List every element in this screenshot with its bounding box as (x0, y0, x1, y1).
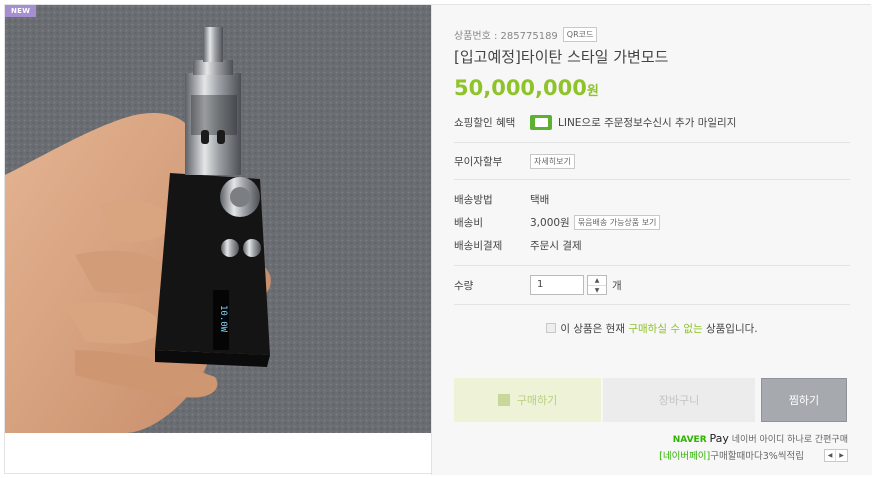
new-badge: NEW (5, 5, 37, 17)
qr-code-button[interactable]: QR코드 (562, 27, 598, 42)
product-image[interactable]: 10.0W NEW (5, 5, 432, 433)
product-detail-panel: 10.0W NEW 상품번호 : 285775189 QR코드 [입고예정]타이… (4, 4, 872, 475)
installment-detail-button[interactable]: 자세히보기 (530, 154, 575, 169)
shipping-payment-value: 주문시 결제 (530, 240, 582, 252)
notice-checkbox-icon (546, 323, 557, 333)
naver-pay-banner[interactable]: NAVER Pay 네이버 아이디 하나로 간편구매 (673, 432, 848, 445)
buy-button[interactable]: 구매하기 (454, 378, 601, 422)
naver-point-text: 구매할때마다3%씩적립 (710, 451, 804, 462)
shipping-fee-label: 배송비 (454, 217, 483, 229)
increase-icon[interactable]: ▲ (588, 276, 606, 286)
next-arrow-icon[interactable]: ▶ (836, 450, 847, 461)
notice-prefix: 이 상품은 현재 (560, 323, 625, 335)
installment-row: 무이자할부 자세히보기 (454, 154, 575, 169)
cart-button[interactable]: 장바구니 (603, 378, 755, 422)
decrease-icon[interactable]: ▼ (588, 286, 606, 295)
unavailable-notice: 이 상품은 현재 구매하실 수 없는 상품입니다. (454, 321, 850, 336)
buy-button-label: 구매하기 (516, 394, 558, 407)
shipping-payment-row: 배송비결제 주문시 결제 (454, 238, 582, 253)
installment-label: 무이자할부 (454, 156, 503, 168)
notice-suffix: 상품입니다. (705, 323, 758, 335)
buy-icon (497, 394, 510, 406)
prev-arrow-icon[interactable]: ◀ (825, 449, 836, 461)
wishlist-button[interactable]: 찜하기 (761, 378, 847, 422)
naver-pay-brand: NAVER (672, 435, 707, 445)
line-app-icon (530, 115, 552, 130)
svg-text:10.0W: 10.0W (218, 305, 228, 333)
quantity-row: 수량 1 ▲ ▼ 개 (454, 275, 622, 295)
shipping-method-label: 배송방법 (454, 194, 493, 206)
quantity-stepper[interactable]: ▲ ▼ (587, 275, 607, 295)
shipping-payment-label: 배송비결제 (454, 240, 503, 252)
product-title: [입고예정]타이탄 스타일 가변모드 (454, 48, 669, 66)
bundle-shipping-button[interactable]: 묶음배송 가능상품 보기 (573, 215, 661, 230)
notice-highlight: 구매하실 수 없는 (628, 323, 703, 335)
product-info-panel: 상품번호 : 285775189 QR코드 [입고예정]타이탄 스타일 가변모드… (431, 5, 872, 475)
naver-point-row: [네이버페이] 구매할때마다3%씩적립 ◀ ▶ (659, 448, 848, 462)
price-currency: 원 (586, 84, 599, 99)
naver-pay-label: Pay (709, 432, 729, 445)
product-price: 50,000,000원 (454, 76, 599, 100)
benefit-row: 쇼핑할인 혜택 LINE으로 주문정보수신시 추가 마일리지 (454, 115, 736, 130)
benefit-text: LINE으로 주문정보수신시 추가 마일리지 (558, 117, 737, 129)
product-code-row: 상품번호 : 285775189 QR코드 (454, 27, 598, 42)
naver-point-highlight: [네이버페이] (659, 451, 711, 462)
divider (454, 179, 850, 180)
divider (454, 304, 850, 305)
shipping-method-value: 택배 (530, 194, 550, 206)
naver-pay-tagline: 네이버 아이디 하나로 간편구매 (731, 435, 848, 445)
shipping-method-row: 배송방법 택배 (454, 192, 549, 207)
product-photo-graphic: 10.0W (5, 5, 432, 433)
shipping-fee-value: 3,000원 (530, 217, 570, 229)
quantity-label: 수량 (454, 279, 474, 292)
quantity-unit: 개 (612, 279, 622, 292)
divider (454, 265, 850, 266)
benefit-label: 쇼핑할인 혜택 (454, 117, 516, 129)
promo-pager: ◀ ▶ (824, 448, 848, 462)
quantity-input[interactable]: 1 (530, 275, 584, 295)
divider (454, 142, 850, 143)
price-value: 50,000,000 (454, 76, 587, 100)
product-code: 상품번호 : 285775189 (454, 31, 558, 42)
shipping-fee-row: 배송비 3,000원 묶음배송 가능상품 보기 (454, 215, 661, 230)
